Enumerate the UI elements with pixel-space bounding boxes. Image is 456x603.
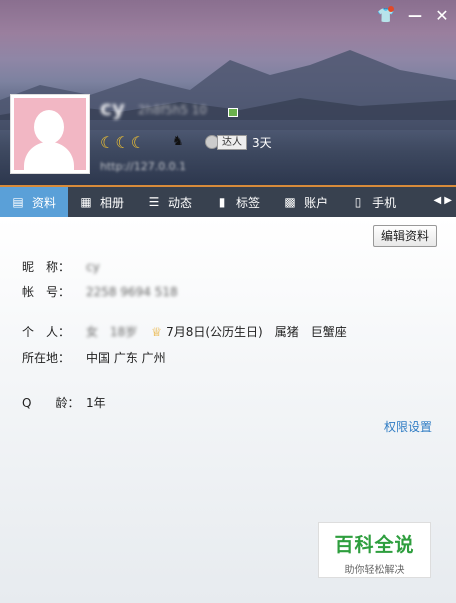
account-label: 帐 号： bbox=[22, 285, 71, 299]
constellation-value: 巨蟹座 bbox=[310, 325, 347, 339]
tab-bar: ▤ 资料 ▦ 相册 ☰ 动态 ▮ 标签 ▩ 账户 ▯ 手机 ◀ ▶ bbox=[0, 185, 456, 217]
signature: 2h8f5h5 10 bbox=[138, 103, 208, 117]
tab-label: 资料 bbox=[32, 195, 57, 210]
daren-label: 达人 bbox=[217, 134, 247, 150]
notification-dot bbox=[388, 6, 394, 12]
id-card-icon: ▤ bbox=[12, 195, 24, 209]
tab-tags[interactable]: ▮ 标签 bbox=[204, 187, 272, 217]
nickname-row: 昵 称： cy bbox=[22, 258, 100, 275]
watermark-subtitle: 助你轻松解决 bbox=[344, 565, 405, 576]
age-value: 18岁 bbox=[110, 325, 138, 339]
permission-settings-link[interactable]: 权限设置 bbox=[384, 418, 432, 435]
tab-album[interactable]: ▦ 相册 bbox=[68, 187, 136, 217]
qage-value: 1年 bbox=[86, 396, 106, 410]
personal-row: 个 人： 女 18岁 ♕ 7月8日(公历生日) 属猪 巨蟹座 bbox=[22, 323, 347, 340]
zodiac-value: 属猪 bbox=[274, 325, 299, 339]
location-value: 中国 广东 广州 bbox=[86, 351, 166, 365]
gender-value: 女 bbox=[86, 325, 99, 339]
daren-days: 3天 bbox=[252, 135, 272, 150]
birthday-value: 7月8日(公历生日) bbox=[166, 325, 263, 339]
close-button[interactable]: ✕ bbox=[432, 6, 452, 26]
tab-activity[interactable]: ☰ 动态 bbox=[136, 187, 204, 217]
tab-label: 账户 bbox=[304, 195, 329, 210]
tab-profile[interactable]: ▤ 资料 bbox=[0, 187, 69, 217]
phone-icon: ▯ bbox=[354, 195, 362, 209]
briefcase-icon: ▩ bbox=[284, 195, 296, 209]
list-icon: ☰ bbox=[148, 195, 160, 209]
watermark-title: 百科全说 bbox=[334, 534, 415, 556]
nickname-label: 昵 称： bbox=[22, 260, 71, 274]
tab-phone[interactable]: ▯ 手机 bbox=[340, 187, 408, 217]
qage-row: Q 龄： 1年 bbox=[22, 394, 106, 411]
tab-label: 手机 bbox=[372, 195, 397, 210]
edit-profile-button[interactable]: 编辑资料 bbox=[373, 225, 437, 247]
nickname: cy bbox=[100, 96, 125, 120]
profile-header: 👕 — ✕ cy 2h8f5h5 10 ☾☾☾ ♞ 达人 3天 http://1… bbox=[0, 0, 456, 185]
location-label: 所在地： bbox=[22, 351, 71, 365]
tab-label: 相册 bbox=[100, 195, 125, 210]
daren-badge: 达人 3天 bbox=[205, 134, 272, 150]
tab-scroll-arrows-icon[interactable]: ◀ ▶ bbox=[433, 195, 452, 206]
profile-url: http://127.0.0.1 bbox=[100, 160, 187, 173]
bookmark-icon: ▮ bbox=[218, 195, 226, 209]
qage-label: Q 龄： bbox=[22, 396, 80, 410]
minimize-button[interactable]: — bbox=[405, 6, 425, 26]
penguin-icon: ♞ bbox=[172, 134, 184, 149]
tab-label: 标签 bbox=[236, 195, 261, 210]
level-moons: ☾☾☾ bbox=[100, 133, 147, 152]
tab-account[interactable]: ▩ 账户 bbox=[272, 187, 340, 217]
personal-label: 个 人： bbox=[22, 325, 71, 339]
location-row: 所在地： 中国 广东 广州 bbox=[22, 349, 166, 366]
account-row: 帐 号： 2258 9694 518 bbox=[22, 283, 178, 300]
nickname-value: cy bbox=[86, 259, 100, 274]
avatar-placeholder-icon bbox=[14, 98, 86, 170]
watermark-logo: 百科全说 助你轻松解决 bbox=[318, 522, 431, 578]
tab-label: 动态 bbox=[168, 195, 193, 210]
crown-icon: ♕ bbox=[151, 324, 163, 339]
status-icon bbox=[228, 108, 238, 117]
account-value: 2258 9694 518 bbox=[86, 284, 178, 299]
photo-icon: ▦ bbox=[80, 195, 92, 209]
avatar[interactable] bbox=[10, 94, 90, 174]
